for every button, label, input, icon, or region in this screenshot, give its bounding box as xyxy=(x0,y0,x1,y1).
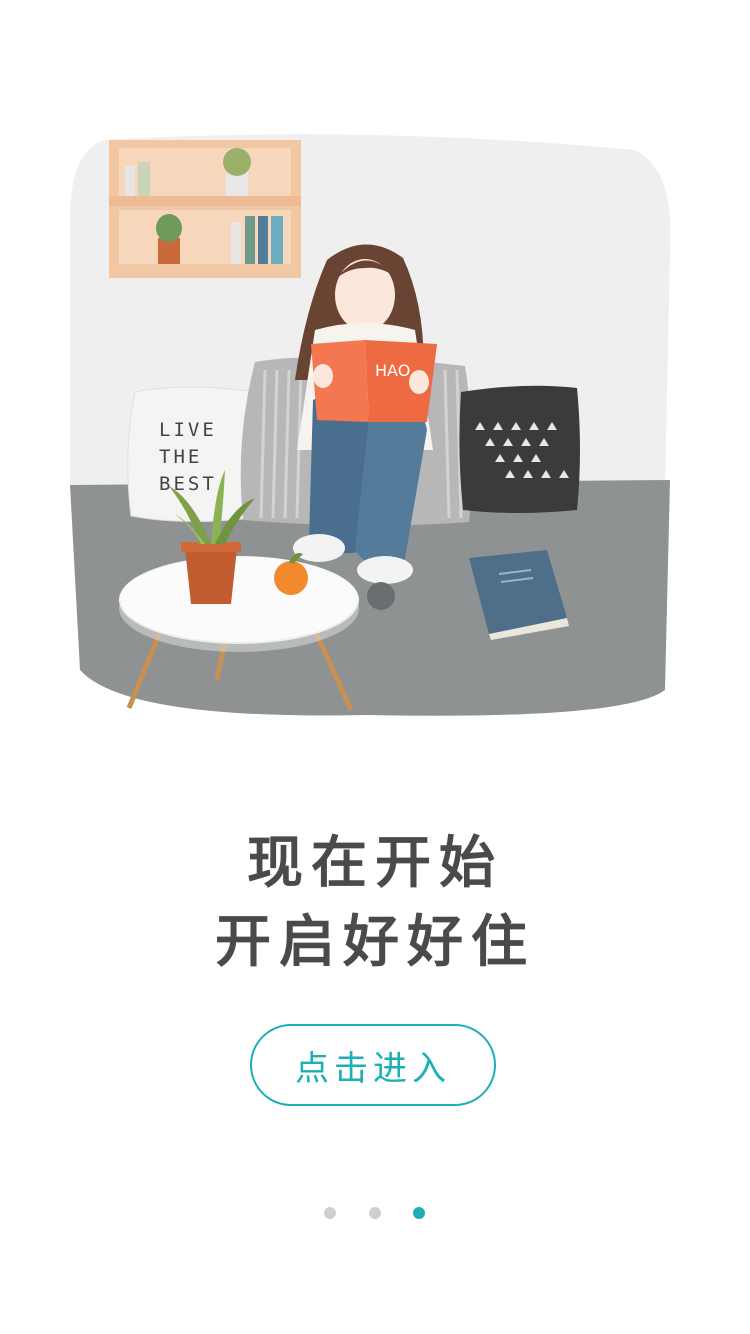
pillow-text-2: THE xyxy=(159,446,202,468)
wall-shelf xyxy=(109,140,301,278)
enter-button-label: 点击进入 xyxy=(295,1048,451,1089)
pillow-text-1: LIVE xyxy=(159,419,217,441)
live-the-best-pillow: LIVE THE BEST xyxy=(127,386,260,523)
open-book: HAO xyxy=(311,340,437,422)
pagination-dot-3-active[interactable] xyxy=(413,1207,425,1219)
pagination-dot-1[interactable] xyxy=(324,1207,336,1219)
enter-button[interactable]: 点击进入 xyxy=(250,1024,496,1106)
pagination-dot-2[interactable] xyxy=(369,1207,381,1219)
onboarding-illustration: LIVE THE BEST HAO xyxy=(70,134,671,716)
pillow-text-3: BEST xyxy=(159,473,217,495)
headline-line-1: 现在开始 xyxy=(247,831,503,896)
triangle-pillow xyxy=(459,385,580,513)
book-text: HAO xyxy=(375,361,410,380)
headline-line-2: 开启好好住 xyxy=(215,910,535,975)
pagination-dots xyxy=(0,1207,750,1221)
